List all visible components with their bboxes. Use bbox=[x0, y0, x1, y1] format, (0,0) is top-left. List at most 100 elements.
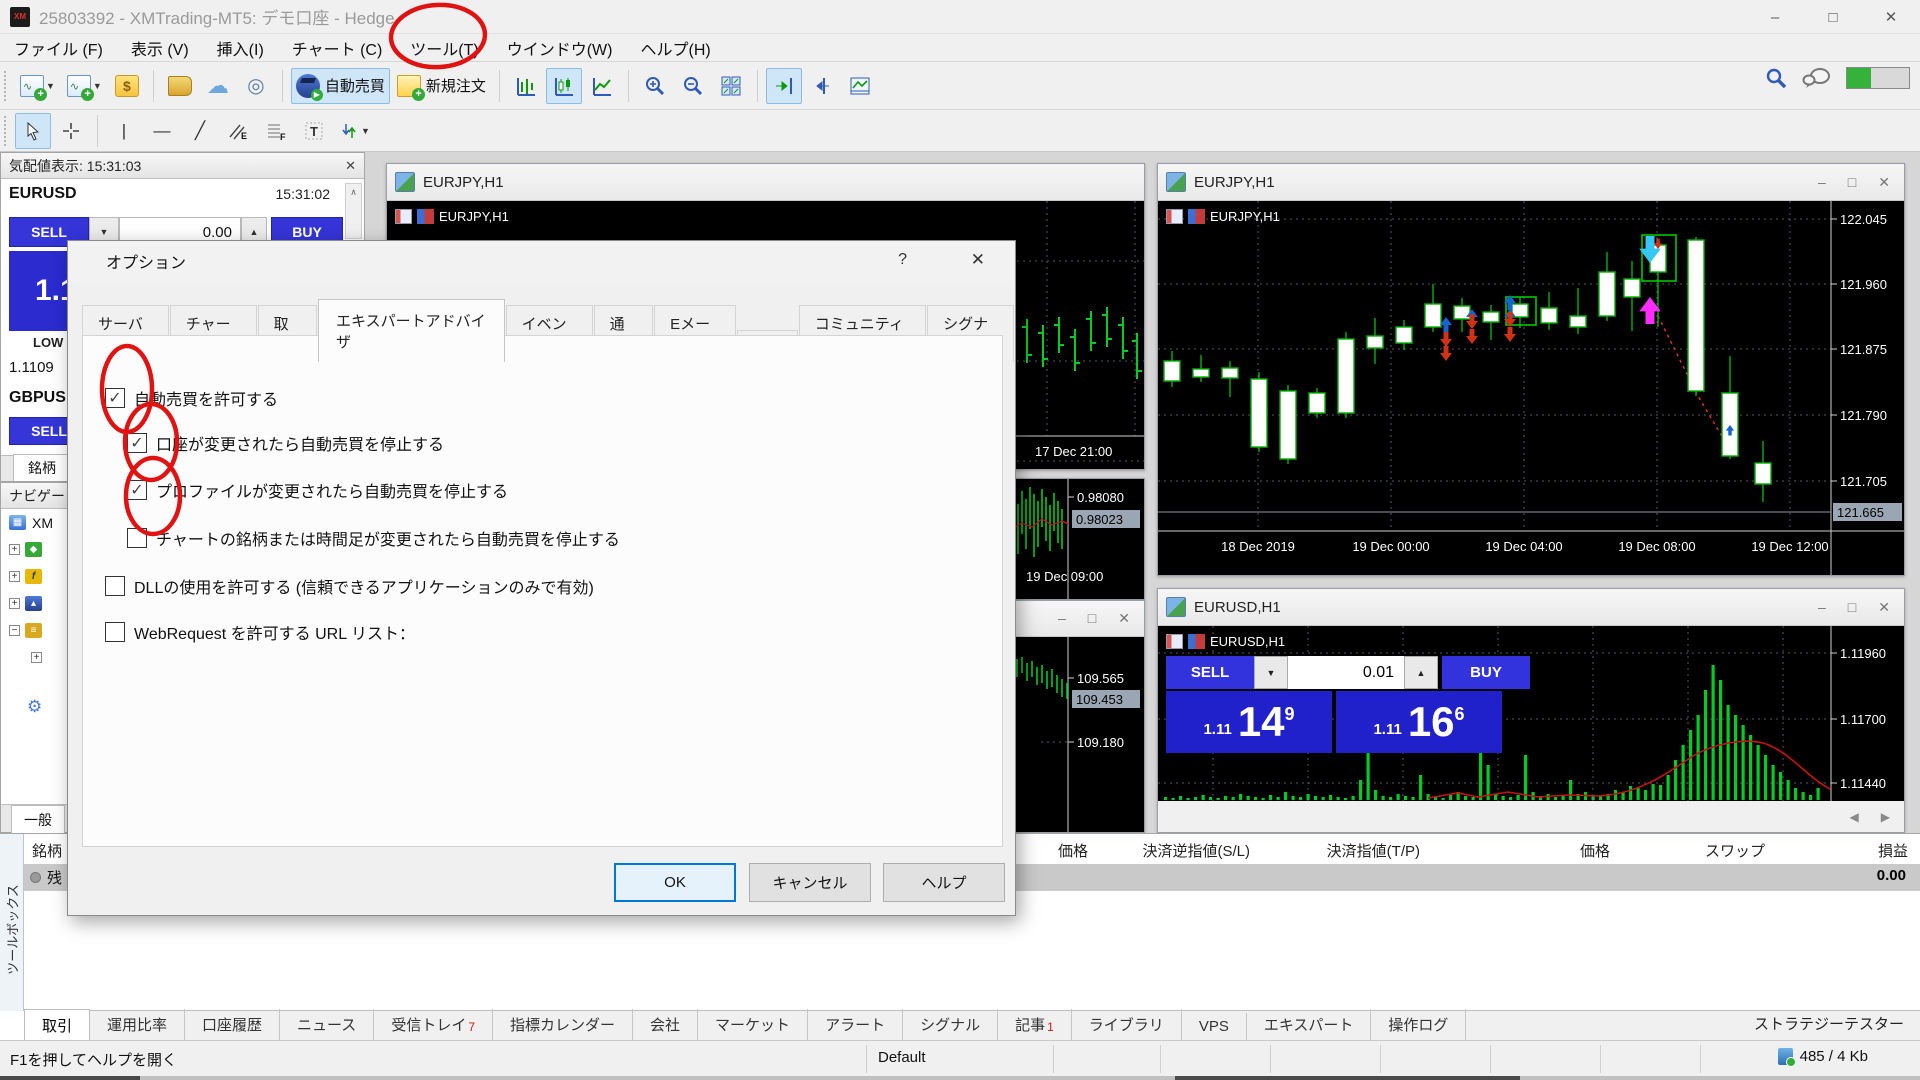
chart-window-titlebar[interactable]: EURJPY,H1 –□✕ bbox=[1158, 164, 1904, 201]
menu-item-6[interactable]: ヘルプ(H) bbox=[626, 33, 724, 63]
vertical-line-tool-button[interactable]: | bbox=[106, 113, 142, 149]
quotes-table-icon[interactable] bbox=[1166, 209, 1183, 224]
volume-up-button[interactable]: ▲ bbox=[1404, 656, 1438, 689]
text-tool-button[interactable]: T bbox=[296, 113, 332, 149]
new-chart-button[interactable]: ∿+▼ bbox=[15, 68, 60, 104]
toolbox-tab-9[interactable]: シグナル bbox=[903, 1009, 998, 1040]
dialog-help-icon[interactable]: ? bbox=[898, 251, 907, 269]
buy-price-panel[interactable]: 1.11166 bbox=[1336, 691, 1502, 753]
toolbox-tab-8[interactable]: アラート bbox=[808, 1009, 903, 1040]
quotes-table-icon[interactable] bbox=[1166, 634, 1183, 649]
checkbox-0[interactable]: ✓ bbox=[105, 388, 125, 408]
horizontal-line-tool-button[interactable]: — bbox=[144, 113, 180, 149]
chart-shift-button[interactable] bbox=[804, 68, 840, 104]
close-icon[interactable]: ✕ bbox=[1118, 610, 1130, 627]
profiles-button[interactable]: ∿+▼ bbox=[62, 68, 107, 104]
minimize-icon[interactable]: – bbox=[1746, 0, 1804, 34]
arrows-tool-button[interactable]: ▼ bbox=[334, 113, 375, 149]
sell-button[interactable]: SELL bbox=[1166, 656, 1254, 689]
dialog-titlebar[interactable]: オプション ? ✕ bbox=[68, 241, 1015, 281]
help-button[interactable]: ヘルプ bbox=[883, 863, 1005, 902]
bar-chart-mode-button[interactable] bbox=[508, 68, 544, 104]
tab-common[interactable]: 一般 bbox=[11, 805, 65, 834]
column-swap[interactable]: スワップ bbox=[1680, 840, 1765, 861]
community-button[interactable]: ☁ bbox=[200, 68, 236, 104]
dialog-tab-3[interactable]: エキスパートアドバイザ bbox=[318, 299, 505, 362]
column-profit[interactable]: 損益 bbox=[1840, 840, 1908, 861]
column-symbol[interactable]: 銘柄 bbox=[32, 840, 62, 861]
maximize-icon[interactable]: □ bbox=[1848, 174, 1856, 191]
checkbox-5[interactable] bbox=[105, 622, 125, 642]
column-price-2[interactable]: 価格 bbox=[1530, 840, 1610, 861]
new-order-button[interactable]: +新規注文 bbox=[392, 68, 491, 104]
checkbox-1[interactable]: ✓ bbox=[127, 433, 147, 453]
toolbox-tab-6[interactable]: 会社 bbox=[633, 1009, 698, 1040]
column-sl[interactable]: 決済逆指値(S/L) bbox=[1100, 840, 1250, 861]
toolbox-tab-7[interactable]: マーケット bbox=[698, 1009, 808, 1040]
maximize-icon[interactable]: □ bbox=[1848, 599, 1856, 616]
toolbox-tab-14[interactable]: 操作ログ bbox=[1371, 1009, 1466, 1040]
toolbox-side-tab[interactable]: ツールボックス bbox=[0, 834, 24, 1011]
menu-item-4[interactable]: ツール(T) bbox=[396, 33, 492, 63]
toolbox-tab-11[interactable]: ライブラリ bbox=[1072, 1009, 1182, 1040]
crosshair-tool-button[interactable] bbox=[53, 113, 89, 149]
toolbox-tab-10[interactable]: 記事1 bbox=[998, 1009, 1072, 1040]
ok-button[interactable]: OK bbox=[614, 863, 736, 902]
menu-item-5[interactable]: ウインドウ(W) bbox=[493, 33, 627, 63]
chart-window-titlebar[interactable]: EURUSD,H1 –□✕ bbox=[1158, 589, 1904, 626]
column-tp[interactable]: 決済指値(T/P) bbox=[1280, 840, 1420, 861]
menu-item-0[interactable]: ファイル (F) bbox=[0, 33, 117, 63]
one-click-icon[interactable] bbox=[1188, 634, 1205, 649]
close-icon[interactable]: ✕ bbox=[1878, 174, 1890, 191]
line-chart-mode-button[interactable] bbox=[584, 68, 620, 104]
chat-icon[interactable] bbox=[1802, 66, 1832, 90]
scroll-left-icon[interactable]: ◀ bbox=[1850, 810, 1859, 824]
chart-scrollbar[interactable]: ◀▶ bbox=[1158, 801, 1904, 832]
trendline-tool-button[interactable]: ╱ bbox=[182, 113, 218, 149]
scroll-right-icon[interactable]: ▶ bbox=[1881, 810, 1890, 824]
equidistant-channel-tool-button[interactable]: E bbox=[220, 113, 256, 149]
strategy-tester-label[interactable]: ストラテジーテスター bbox=[1754, 1013, 1904, 1034]
toolbox-tab-13[interactable]: エキスパート bbox=[1247, 1009, 1372, 1040]
toolbox-tab-12[interactable]: VPS bbox=[1182, 1013, 1247, 1040]
candle-chart-mode-button[interactable] bbox=[546, 68, 582, 104]
one-click-icon[interactable] bbox=[417, 209, 434, 224]
one-click-icon[interactable] bbox=[1188, 209, 1205, 224]
menu-item-1[interactable]: 表示 (V) bbox=[117, 33, 203, 63]
zoom-out-button[interactable] bbox=[675, 68, 711, 104]
column-price[interactable]: 価格 bbox=[1028, 840, 1088, 861]
maximize-icon[interactable]: □ bbox=[1804, 0, 1862, 34]
volume-input[interactable]: 0.01 bbox=[1288, 656, 1404, 689]
toolbox-tab-4[interactable]: 受信トレイ7 bbox=[374, 1009, 493, 1040]
auto-scroll-button[interactable] bbox=[766, 68, 802, 104]
volume-down-button[interactable]: ▼ bbox=[1254, 656, 1288, 689]
checkbox-2[interactable]: ✓ bbox=[127, 480, 147, 500]
toolbox-tab-3[interactable]: ニュース bbox=[280, 1009, 374, 1040]
toolbox-tab-5[interactable]: 指標カレンダー bbox=[493, 1009, 633, 1040]
zoom-in-button[interactable] bbox=[637, 68, 673, 104]
cursor-tool-button[interactable] bbox=[15, 113, 51, 149]
scrollbar[interactable]: ∧ bbox=[345, 183, 362, 239]
history-center-button[interactable] bbox=[162, 68, 198, 104]
algo-trading-button[interactable]: ▶自動売買 bbox=[291, 68, 390, 104]
checkbox-4[interactable] bbox=[105, 576, 125, 596]
search-icon[interactable] bbox=[1764, 66, 1788, 90]
menu-item-3[interactable]: チャート (C) bbox=[278, 33, 397, 63]
sell-price-panel[interactable]: 1.11149 bbox=[1166, 691, 1332, 753]
fibonacci-tool-button[interactable]: F bbox=[258, 113, 294, 149]
status-profile[interactable]: Default bbox=[878, 1049, 926, 1066]
dialog-close-icon[interactable]: ✕ bbox=[971, 250, 985, 270]
maximize-icon[interactable]: □ bbox=[1088, 610, 1096, 627]
chart-window-titlebar[interactable]: EURJPY,H1 bbox=[387, 164, 1144, 201]
close-icon[interactable]: ✕ bbox=[1862, 0, 1920, 34]
minimize-icon[interactable]: – bbox=[1818, 174, 1826, 191]
minimize-icon[interactable]: – bbox=[1058, 610, 1066, 627]
toolbox-tab-0[interactable]: 取引 bbox=[24, 1009, 90, 1041]
checkbox-3[interactable] bbox=[127, 528, 147, 548]
minimize-icon[interactable]: – bbox=[1818, 599, 1826, 616]
cancel-button[interactable]: キャンセル bbox=[749, 863, 871, 902]
toolbox-tab-2[interactable]: 口座履歴 bbox=[185, 1009, 280, 1040]
close-icon[interactable]: ✕ bbox=[345, 158, 356, 174]
indicators-button[interactable] bbox=[842, 68, 878, 104]
tile-windows-button[interactable] bbox=[713, 68, 749, 104]
